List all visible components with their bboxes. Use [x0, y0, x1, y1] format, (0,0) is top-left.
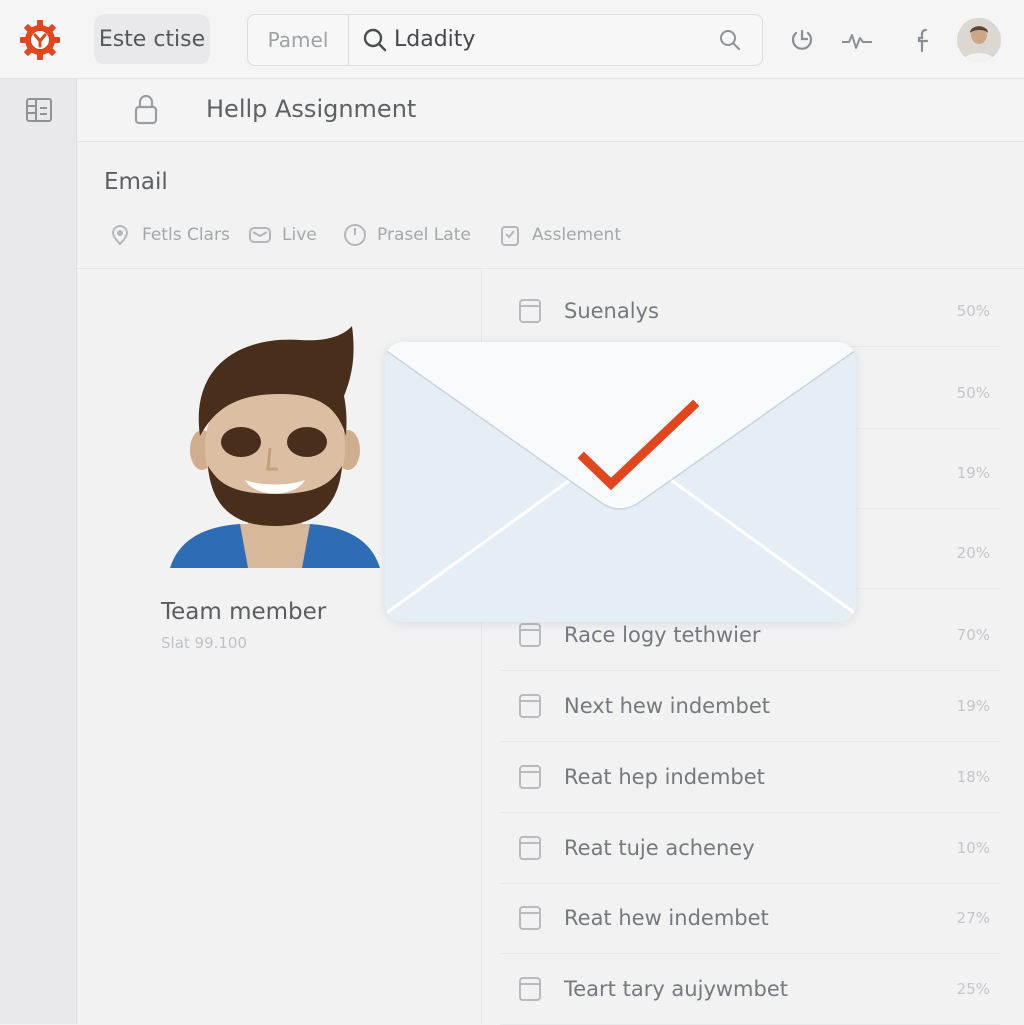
list-item-percent: 19%	[956, 464, 990, 482]
envelope-check-icon	[385, 342, 856, 622]
list-item-label: Teart tary aujywmbet	[564, 977, 788, 1001]
workspace-button[interactable]: Este ctise	[94, 14, 210, 64]
list-item-label: Race logy tethwier	[564, 623, 761, 647]
filter-label: Prasel Late	[377, 225, 471, 245]
document-icon	[519, 906, 541, 930]
avatar-icon	[957, 18, 1001, 62]
document-icon	[519, 299, 541, 323]
filter-live[interactable]: Live	[248, 218, 317, 252]
clock-icon	[344, 224, 366, 246]
list-item-percent: 50%	[956, 302, 990, 320]
search-icon	[363, 28, 387, 52]
logo-icon[interactable]	[18, 18, 62, 62]
list-item[interactable]: Suenalys 50%	[500, 276, 1000, 347]
list-item[interactable]: Teart tary aujywmbet 25%	[500, 954, 1000, 1025]
search-submit-icon[interactable]	[718, 28, 742, 52]
search-scope-label: Pamel	[267, 28, 329, 52]
list-item-percent: 25%	[956, 980, 990, 998]
list-item-label: Reat hew indembet	[564, 906, 769, 930]
page-header: Hellp Assignment	[77, 79, 1024, 142]
mail-icon	[249, 227, 271, 243]
list-item-percent: 70%	[956, 626, 990, 644]
list-item[interactable]: Reat tuje acheney 10%	[500, 813, 1000, 884]
list-item-label: Next hew indembet	[564, 694, 771, 718]
list-item-label: Reat hep indembet	[564, 765, 765, 789]
sidebar-grid-icon[interactable]	[24, 95, 54, 125]
clipboard-icon	[501, 226, 519, 246]
document-icon	[519, 765, 541, 789]
workspace-label: Este ctise	[98, 26, 206, 52]
list-item-label: Suenalys	[564, 299, 659, 323]
search-scope-dropdown[interactable]: Pamel	[248, 15, 349, 65]
list-item[interactable]: Next hew indembet 19%	[500, 671, 1000, 742]
activity-icon[interactable]	[840, 26, 874, 54]
filter-label: Fetls Clars	[142, 225, 230, 245]
filter-assignment[interactable]: Asslement	[498, 218, 621, 252]
lock-icon	[134, 94, 158, 125]
facebook-icon[interactable]	[913, 26, 935, 54]
list-item-percent: 19%	[956, 697, 990, 715]
email-sent-envelope	[385, 342, 856, 622]
list-item[interactable]: Reat hew indembet 27%	[500, 883, 1000, 954]
search-input[interactable]: Ldadity	[394, 25, 475, 55]
list-item-percent: 20%	[956, 544, 990, 562]
top-bar: Este ctise Pamel Ldadity	[0, 0, 1024, 79]
divider	[77, 268, 1024, 269]
filter-label: Asslement	[532, 225, 621, 245]
list-item-percent: 18%	[956, 768, 990, 786]
list-item-percent: 27%	[956, 909, 990, 927]
filter-label: Live	[282, 225, 317, 245]
refresh-icon[interactable]	[788, 26, 816, 54]
sidebar	[0, 79, 77, 1024]
document-icon	[519, 623, 541, 647]
filter-location[interactable]: Fetls Clars	[108, 218, 230, 252]
list-item-percent: 50%	[956, 384, 990, 402]
list-item[interactable]: Reat hep indembet 18%	[500, 742, 1000, 813]
search-bar[interactable]: Pamel Ldadity	[247, 14, 763, 66]
document-icon	[519, 836, 541, 860]
member-subtitle: Slat 99.100	[161, 634, 248, 652]
document-icon	[519, 977, 541, 1001]
team-member-avatar-illustration	[170, 326, 380, 568]
page-title: Hellp Assignment	[206, 95, 417, 123]
filter-date[interactable]: Prasel Late	[343, 218, 471, 252]
section-title: Email	[104, 169, 168, 195]
document-icon	[519, 694, 541, 718]
member-name: Team member	[161, 599, 327, 625]
user-avatar[interactable]	[957, 18, 1001, 62]
list-item-percent: 10%	[956, 839, 990, 857]
location-icon	[111, 225, 129, 246]
list-item-label: Reat tuje acheney	[564, 836, 755, 860]
